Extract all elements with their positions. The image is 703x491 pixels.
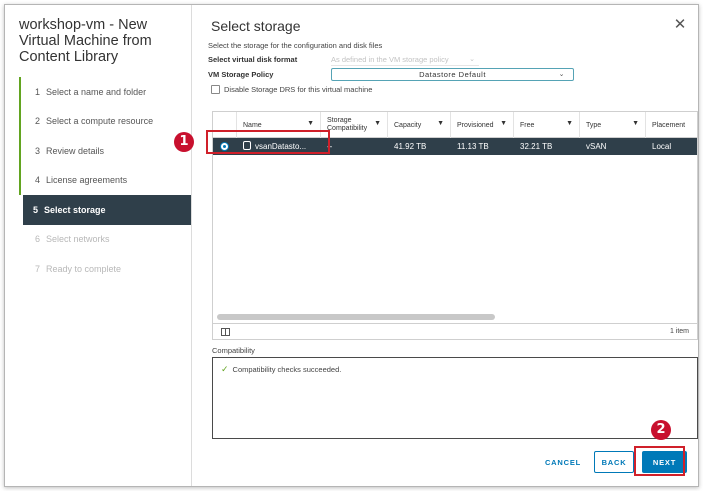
disable-drs-row: Disable Storage DRS for this virtual mac… [211, 85, 372, 94]
step-number: 6 [35, 234, 41, 245]
step-label: License agreements [46, 175, 128, 186]
step-license-agreements[interactable]: 4 License agreements [19, 165, 192, 195]
horizontal-scrollbar[interactable] [217, 314, 495, 320]
cell-provisioned: 11.13 TB [457, 142, 489, 151]
column-label: Provisioned [457, 121, 494, 129]
filter-icon[interactable]: ▼ [307, 120, 314, 127]
step-label: Select storage [44, 204, 106, 215]
page-title: Select storage [211, 18, 301, 34]
column-placement[interactable]: Placement [646, 112, 699, 138]
filter-icon[interactable]: ▼ [374, 120, 381, 128]
column-free[interactable]: Free ▼ [514, 112, 580, 138]
compatibility-panel: ✓ Compatibility checks succeeded. [212, 357, 698, 439]
wizard-steps: 1 Select a name and folder 2 Select a co… [19, 77, 192, 284]
filter-icon[interactable]: ▼ [566, 120, 573, 127]
column-capacity[interactable]: Capacity ▼ [388, 112, 451, 138]
step-ready-to-complete: 7 Ready to complete [19, 254, 192, 284]
check-icon: ✓ [221, 364, 229, 374]
wizard-dialog: workshop-vm - New Virtual Machine from C… [4, 4, 699, 487]
disk-format-value: As defined in the VM storage policy [331, 55, 449, 64]
filter-icon[interactable]: ▼ [437, 120, 444, 127]
grid-footer: 1 item [213, 323, 697, 340]
chevron-down-icon: ⌄ [558, 71, 565, 78]
step-number: 1 [35, 86, 41, 97]
cell-compat: -- [327, 142, 333, 151]
highlight-datastore-row [206, 130, 330, 154]
step-select-networks: 6 Select networks [19, 225, 192, 255]
storage-policy-label: VM Storage Policy [208, 70, 274, 79]
item-count: 1 item [669, 328, 689, 335]
compatibility-text: Compatibility checks succeeded. [232, 365, 342, 374]
step-number: 3 [35, 145, 41, 156]
step-label: Select networks [46, 234, 110, 245]
callout-badge-2: 2 [651, 420, 671, 440]
column-label: Type [586, 121, 602, 129]
step-label: Review details [46, 145, 105, 156]
step-select-storage[interactable]: 5 Select storage [23, 195, 191, 225]
step-number: 4 [35, 175, 41, 186]
cell-free: 32.21 TB [520, 142, 553, 151]
back-button[interactable]: BACK [594, 451, 634, 473]
step-number: 2 [35, 116, 41, 127]
column-label: Storage Compatibility [327, 117, 368, 132]
disk-format-select: As defined in the VM storage policy ⌄ [331, 55, 479, 66]
column-storage-compat[interactable]: Storage Compatibility ▼ [321, 112, 388, 138]
step-number: 7 [35, 263, 41, 274]
close-icon[interactable]: ✕ [672, 17, 688, 33]
wizard-sidebar: workshop-vm - New Virtual Machine from C… [5, 5, 192, 486]
column-provisioned[interactable]: Provisioned ▼ [451, 112, 514, 138]
step-select-name[interactable]: 1 Select a name and folder [19, 77, 192, 107]
column-toggle-icon[interactable] [221, 328, 230, 336]
step-label: Select a compute resource [46, 116, 154, 127]
compatibility-message: ✓ Compatibility checks succeeded. [221, 364, 341, 375]
column-type[interactable]: Type ▼ [580, 112, 646, 138]
column-label: Capacity [394, 121, 422, 129]
storage-policy-select[interactable]: Datastore Default ⌄ [331, 68, 574, 81]
cancel-button[interactable]: CANCEL [539, 451, 587, 473]
column-label: Name [243, 121, 262, 129]
storage-policy-value: Datastore Default [419, 70, 486, 79]
filter-icon[interactable]: ▼ [500, 120, 507, 127]
callout-badge-1: 1 [174, 132, 194, 152]
wizard-title: workshop-vm - New Virtual Machine from C… [19, 17, 152, 65]
step-review-details[interactable]: 3 Review details [19, 136, 192, 166]
page-subtitle: Select the storage for the configuration… [208, 41, 383, 50]
step-select-compute[interactable]: 2 Select a compute resource [19, 106, 192, 136]
column-label: Placement [652, 121, 686, 129]
filter-icon[interactable]: ▼ [632, 120, 639, 127]
step-label: Ready to complete [46, 263, 122, 274]
step-number: 5 [33, 204, 39, 215]
cell-type: vSAN [586, 142, 607, 151]
disk-format-label: Select virtual disk format [208, 55, 298, 64]
step-label: Select a name and folder [46, 86, 147, 97]
cell-placement: Local [652, 142, 672, 151]
highlight-next-button [634, 446, 685, 476]
cell-capacity: 41.92 TB [394, 142, 427, 151]
chevron-down-icon: ⌄ [469, 56, 475, 63]
disable-drs-label: Disable Storage DRS for this virtual mac… [224, 85, 373, 94]
main-pane: Select storage ✕ Select the storage for … [193, 5, 698, 486]
column-label: Free [520, 121, 535, 129]
compatibility-label: Compatibility [212, 346, 255, 355]
disable-drs-checkbox[interactable] [211, 85, 220, 94]
